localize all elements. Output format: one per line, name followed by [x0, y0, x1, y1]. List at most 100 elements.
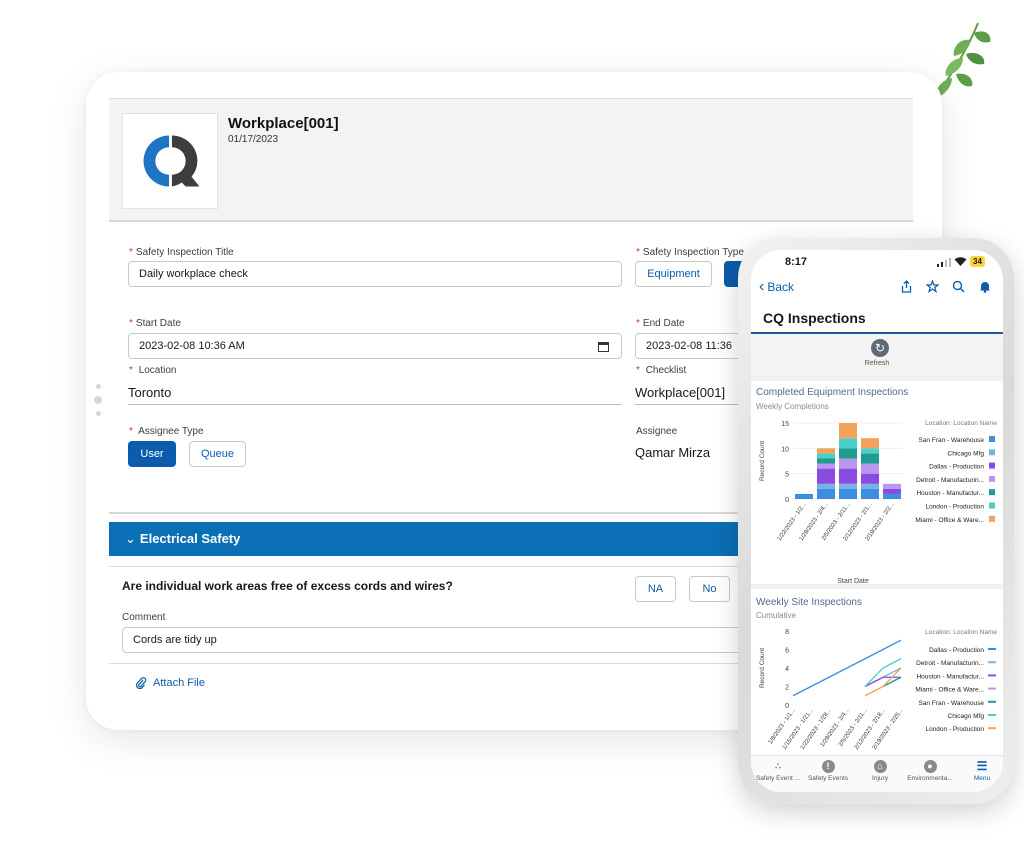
tab-label: Menu — [973, 775, 991, 782]
bar-segment — [882, 483, 902, 489]
attach-file-link[interactable]: Attach File — [135, 677, 205, 689]
assignee-type-user-button[interactable]: User — [128, 441, 176, 467]
checklist-question: Are individual work areas free of excess… — [122, 579, 453, 593]
bar-segment — [816, 468, 836, 484]
legend-swatch — [989, 475, 995, 482]
bar-segment — [860, 488, 880, 499]
tab-menu[interactable]: ☰ Menu — [955, 759, 1003, 783]
bar-segment — [816, 463, 836, 469]
tab-injury[interactable]: ⌂ Injury — [853, 760, 907, 782]
clock: 8:17 — [785, 256, 808, 268]
line-chart: 02468Record Count1/8/2023 - 1/1...1/15/2… — [759, 629, 997, 751]
start-date-value: 2023-02-08 10:36 AM — [139, 340, 245, 352]
y-tick-label: 4 — [785, 666, 789, 673]
share-icon[interactable] — [901, 280, 912, 293]
bar-segment — [860, 448, 880, 454]
series-line — [882, 676, 902, 688]
start-date-input[interactable]: 2023-02-08 10:36 AM — [128, 333, 622, 359]
star-icon[interactable] — [926, 280, 939, 293]
y-tick-label: 0 — [785, 497, 789, 504]
battery-indicator: 34 — [970, 256, 985, 267]
legend-swatch — [989, 449, 995, 456]
legend-label: Dallas - Production — [929, 464, 984, 471]
tab-safety-event-form[interactable]: ∴ Safety Event ... — [751, 760, 805, 782]
y-tick-label: 5 — [785, 472, 789, 479]
cq-logo-icon — [143, 135, 200, 187]
legend-swatch — [989, 462, 995, 469]
bar-segment — [794, 493, 814, 499]
bar-segment — [838, 483, 858, 489]
inspection-type-equipment-button[interactable]: Equipment — [635, 261, 712, 287]
legend-label: Houston - Manufactur... — [916, 490, 984, 497]
calendar-icon[interactable] — [598, 341, 609, 352]
legend-label: Chicago Mfg — [948, 450, 985, 457]
start-date-label: * Start Date — [129, 318, 181, 329]
bar-segment — [816, 488, 836, 499]
legend-label: Detroit - Manufacturin... — [916, 477, 984, 484]
refresh-label: Refresh — [864, 360, 890, 367]
y-axis-label: Record Count — [759, 441, 766, 481]
chart-card-site: Weekly Site Inspections Cumulative 02468… — [751, 584, 1003, 756]
y-tick-label: 0 — [785, 703, 789, 710]
answer-no-button[interactable]: No — [689, 576, 730, 602]
search-icon[interactable] — [952, 280, 965, 293]
dots-icon: ∴ — [775, 761, 781, 771]
section-title: Electrical Safety — [139, 531, 241, 546]
bar-segment — [860, 483, 880, 489]
chart-card-equipment: Completed Equipment Inspections Weekly C… — [751, 376, 1003, 585]
comment-input[interactable]: Cords are tidy up — [122, 627, 782, 653]
wifi-icon — [954, 257, 967, 266]
location-value[interactable]: Toronto — [128, 385, 622, 405]
bell-icon[interactable] — [979, 280, 991, 293]
inspection-type-label: * Safety Inspection Type — [636, 247, 744, 258]
y-tick-label: 2 — [785, 685, 789, 692]
tab-safety-events[interactable]: ! Safety Events — [801, 760, 855, 782]
alert-icon: ! — [821, 760, 835, 773]
bar-segment — [838, 448, 858, 459]
tablet-camera-dots — [94, 384, 102, 423]
phone-title-bar: CQ Inspections — [751, 304, 1003, 334]
location-label: * Location — [129, 365, 177, 376]
phone-screen: 8:17 34 ‹ Back CQ Inspections ↻ Refresh … — [751, 250, 1003, 792]
phone-nav-bar: ‹ Back — [751, 274, 1003, 300]
phone-page-title: CQ Inspections — [763, 310, 866, 326]
comment-label: Comment — [122, 612, 166, 623]
y-tick-label: 6 — [785, 648, 789, 655]
bar-segment — [860, 463, 880, 474]
series-line — [792, 639, 902, 697]
tab-label: Injury — [872, 775, 888, 782]
bar-segment — [860, 438, 880, 449]
record-header: Workplace[001] 01/17/2023 — [109, 98, 913, 222]
bar-segment — [882, 493, 902, 499]
signal-icon — [937, 258, 951, 267]
bar-segment — [838, 423, 858, 439]
menu-icon: ☰ — [976, 759, 988, 773]
bar-segment — [860, 453, 880, 464]
bar-segment — [838, 438, 858, 449]
bar-segment — [838, 488, 858, 499]
assignee-type-queue-button[interactable]: Queue — [189, 441, 246, 467]
bar-segment — [816, 483, 836, 489]
legend-label: Detroit - Manufacturin... — [916, 660, 984, 667]
record-title: Workplace[001] — [228, 115, 339, 132]
bar-segment — [816, 458, 836, 464]
bar-segment — [860, 473, 880, 484]
tab-environmental[interactable]: ● Environmenta... — [903, 760, 957, 782]
answer-na-button[interactable]: NA — [635, 576, 676, 602]
chart1-title: Completed Equipment Inspections — [756, 387, 909, 398]
back-button[interactable]: ‹ Back — [759, 278, 794, 296]
bar-segment — [882, 488, 902, 494]
environment-icon: ● — [923, 760, 937, 773]
record-date: 01/17/2023 — [228, 134, 279, 145]
refresh-icon[interactable]: ↻ — [871, 339, 889, 357]
bar-chart: 051015Record Count1/22/2023 - 1/2...1/29… — [759, 420, 997, 585]
legend-label: London - Production — [925, 504, 984, 511]
legend-swatch — [989, 502, 995, 509]
y-tick-label: 15 — [781, 421, 789, 428]
chart2-title: Weekly Site Inspections — [756, 597, 862, 608]
legend-label: San Fran - Warehouse — [918, 700, 984, 707]
chevron-down-icon: ⌄ — [125, 531, 136, 546]
inspection-title-input[interactable]: Daily workplace check — [128, 261, 622, 287]
legend-swatch — [989, 515, 995, 522]
legend-swatch — [989, 436, 995, 442]
